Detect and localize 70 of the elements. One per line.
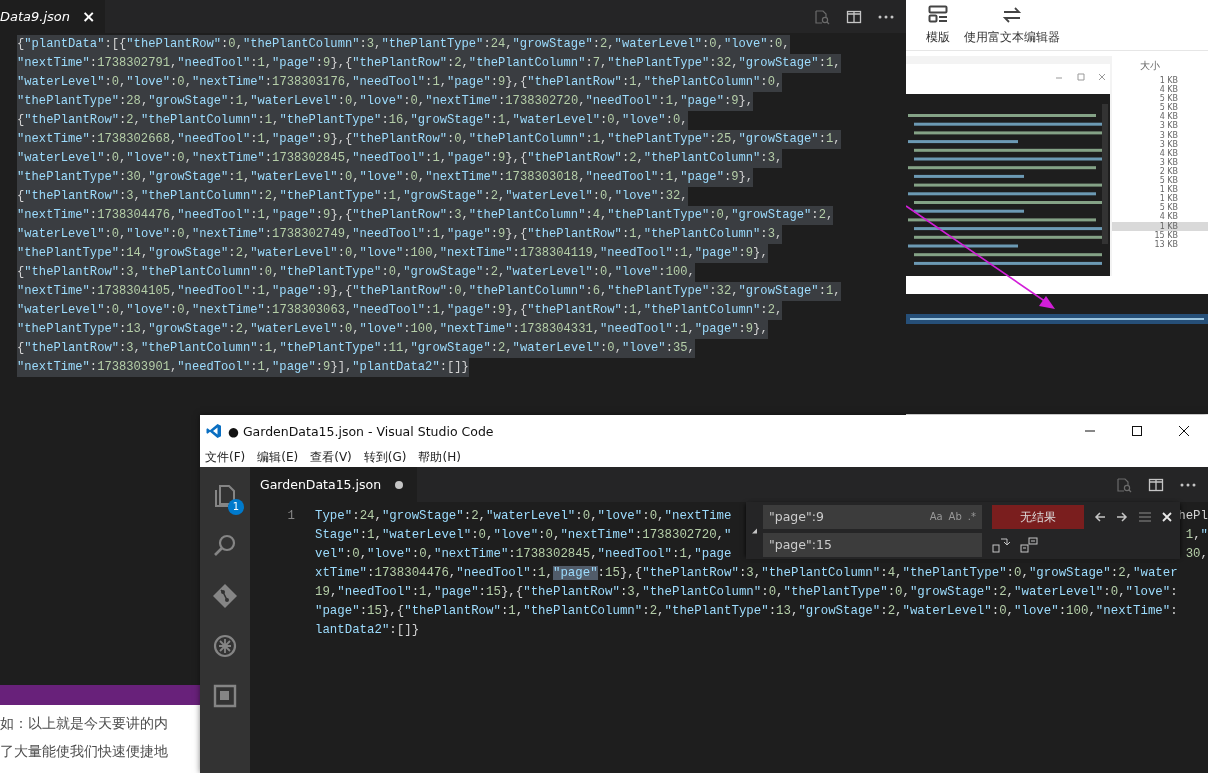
file-size[interactable]: 3 KB bbox=[1112, 130, 1208, 140]
menu-item[interactable]: 帮助(H) bbox=[418, 448, 461, 466]
file-size[interactable]: 4 KB bbox=[1112, 212, 1208, 222]
search-option[interactable]: Ab bbox=[948, 511, 962, 522]
template-icon bbox=[928, 5, 948, 23]
file-size[interactable]: 3 KB bbox=[1112, 157, 1208, 167]
replace-icon[interactable] bbox=[992, 536, 1010, 553]
file-size[interactable]: 5 KB bbox=[1112, 203, 1208, 213]
menu-item[interactable]: 编辑(E) bbox=[257, 448, 299, 466]
file-size[interactable]: 15 KB bbox=[1112, 230, 1208, 240]
file-size[interactable]: 1 KB bbox=[1112, 185, 1208, 195]
search-option[interactable]: Aa bbox=[929, 511, 943, 522]
split-editor-icon[interactable] bbox=[846, 8, 862, 25]
open-preview-icon[interactable] bbox=[1116, 476, 1132, 493]
file-size[interactable]: 1 KB bbox=[1112, 76, 1208, 86]
code-line: xtTime":1738304476,"needTool":1,"page":15},{"thePlantRow":3,"thePlantColumn":4,"thePlantType":0,"growStage":2,"water bbox=[315, 565, 1178, 582]
source-control-icon[interactable] bbox=[212, 583, 238, 609]
toolbar-button[interactable]: 模版 bbox=[922, 5, 954, 50]
code-line: 1," bbox=[1185, 527, 1208, 544]
more-icon[interactable] bbox=[1180, 482, 1196, 487]
more-icon[interactable] bbox=[878, 14, 894, 19]
menu-item[interactable]: 文件(F) bbox=[205, 448, 246, 466]
file-size[interactable]: 3 KB bbox=[1112, 139, 1208, 149]
file-size[interactable]: 4 KB bbox=[1112, 85, 1208, 95]
toolbar-button[interactable]: 使用富文本编辑器 bbox=[960, 7, 1064, 50]
close-icon[interactable]: × bbox=[82, 7, 96, 26]
extensions-icon[interactable] bbox=[212, 683, 238, 709]
explorer-icon[interactable] bbox=[212, 483, 238, 509]
app-logo-icon bbox=[206, 423, 222, 439]
code-line: Type":24,"growStage":2,"waterLevel":0,"love":0,"nextTime bbox=[315, 508, 732, 525]
column-header: 大小 bbox=[1139, 59, 1160, 73]
code-line: 30, bbox=[1185, 546, 1208, 563]
menu-item[interactable]: 查看(V) bbox=[310, 448, 352, 466]
editor-tab[interactable]: Data9.json × bbox=[0, 0, 106, 33]
replace-field[interactable]: "page":15 bbox=[763, 532, 982, 557]
file-size[interactable]: 4 KB bbox=[1112, 112, 1208, 122]
code-line: lantData2":[]} bbox=[315, 622, 420, 639]
code-line: vel":0,"love":0,"nextTime":1738302845,"needTool":1,"page bbox=[315, 546, 732, 563]
file-size[interactable]: 4 KB bbox=[1112, 148, 1208, 158]
file-size[interactable]: 1 KB bbox=[1112, 221, 1208, 231]
article-text: 如：以上就是今天要讲的内 bbox=[0, 714, 168, 733]
replace-all-icon[interactable] bbox=[1020, 536, 1038, 553]
open-preview-icon[interactable] bbox=[814, 8, 830, 25]
toggle-replace-icon[interactable] bbox=[752, 526, 757, 535]
split-editor-icon[interactable] bbox=[1148, 476, 1164, 493]
search-option[interactable]: .* bbox=[967, 511, 976, 522]
window-title: ● GardenData15.json - Visual Studio Code bbox=[228, 423, 494, 439]
file-size[interactable]: 1 KB bbox=[1112, 194, 1208, 204]
maximize-icon[interactable] bbox=[1131, 425, 1143, 437]
file-size[interactable]: 5 KB bbox=[1112, 176, 1208, 186]
file-size[interactable]: 5 KB bbox=[1112, 94, 1208, 104]
menu-item[interactable]: 转到(G) bbox=[363, 448, 407, 466]
line-number: 1 bbox=[287, 509, 296, 523]
code-line: "page":15},{"thePlantRow":1,"thePlantColumn":2,"thePlantType":13,"growStage":2,"waterLevel":0,"love":100,"nextTime": bbox=[315, 603, 1178, 620]
file-size[interactable]: 3 KB bbox=[1112, 121, 1208, 131]
file-size[interactable]: 2 KB bbox=[1112, 166, 1208, 177]
file-size[interactable]: 5 KB bbox=[1112, 103, 1208, 113]
notification-badge: 1 bbox=[228, 499, 244, 515]
article-text: 了大量能使我们快速便捷地 bbox=[0, 742, 168, 761]
code-line: Stage":1,"waterLevel":0,"love":0,"nextTime":1738302720," bbox=[315, 527, 732, 544]
search-field[interactable]: "page":9 Aa Ab .* bbox=[763, 504, 982, 529]
file-size[interactable]: 13 KB bbox=[1112, 239, 1208, 249]
next-match-icon[interactable] bbox=[1116, 510, 1128, 523]
result-count: 无结果 bbox=[992, 504, 1084, 529]
close-icon[interactable] bbox=[1178, 425, 1190, 437]
swap-icon bbox=[1002, 7, 1022, 23]
editor-tab[interactable]: GardenData15.json bbox=[250, 467, 418, 502]
code-line: 19,"needTool":1,"page":15},{"thePlantRow":3,"thePlantColumn":0,"thePlantType":0,"growStage":2,"waterLevel":0,"love": bbox=[315, 584, 1178, 601]
previous-match-icon[interactable] bbox=[1094, 510, 1106, 523]
debug-icon[interactable] bbox=[212, 633, 238, 659]
